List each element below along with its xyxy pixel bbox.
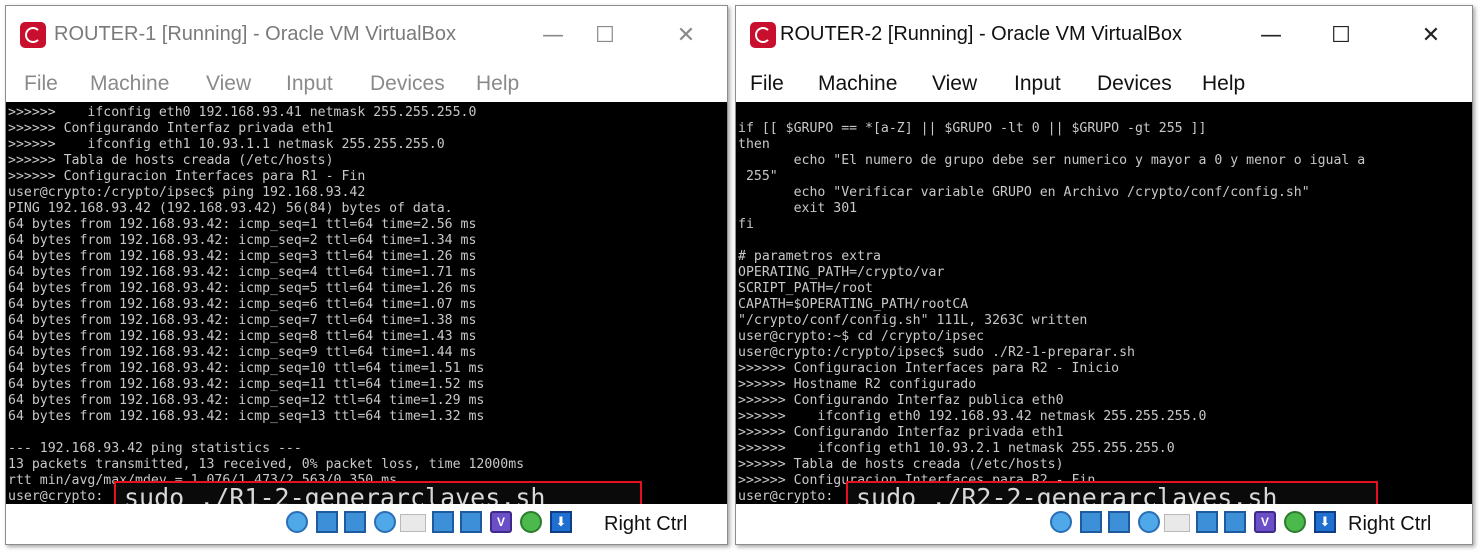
menu-devices[interactable]: Devices [1097, 72, 1172, 96]
maximize-button[interactable]: ☐ [582, 18, 628, 54]
virtualization-icon[interactable]: V [490, 511, 512, 533]
terminal-output: >>>>>> ifconfig eth0 192.168.93.41 netma… [8, 105, 525, 504]
mouse-integration-icon[interactable] [1284, 511, 1306, 533]
router-2-window[interactable]: ROUTER-2 [Running] - Oracle VM VirtualBo… [735, 5, 1473, 545]
network-icon[interactable] [1108, 511, 1130, 533]
router-1-window[interactable]: ROUTER-1 [Running] - Oracle VM VirtualBo… [5, 5, 728, 545]
maximize-button[interactable]: ☐ [1318, 18, 1364, 54]
title-bar[interactable]: ROUTER-2 [Running] - Oracle VM VirtualBo… [736, 6, 1472, 62]
recording-icon[interactable] [460, 511, 482, 533]
highlighted-command: sudo ./R2-2-generarclaves.sh [846, 481, 1378, 506]
menu-help[interactable]: Help [1202, 72, 1245, 96]
keyboard-capture-icon[interactable]: ⬇ [550, 511, 572, 533]
menu-file[interactable]: File [750, 72, 784, 96]
shared-folder-icon[interactable] [1164, 514, 1190, 532]
menu-bar: File Machine View Input Devices Help [736, 64, 1472, 104]
highlighted-command: sudo ./R1-2-generarclaves.sh [114, 481, 642, 506]
menu-view[interactable]: View [932, 72, 977, 96]
virtualbox-icon [750, 22, 776, 48]
minimize-button[interactable]: — [530, 18, 576, 54]
shared-folder-icon[interactable] [400, 514, 426, 532]
title-bar[interactable]: ROUTER-1 [Running] - Oracle VM VirtualBo… [6, 6, 727, 62]
highlighted-command-text: sudo ./R2-2-generarclaves.sh [856, 483, 1278, 506]
menu-devices[interactable]: Devices [370, 72, 445, 96]
mouse-integration-icon[interactable] [520, 511, 542, 533]
network-icon[interactable] [344, 511, 366, 533]
optical-drive-icon[interactable] [1050, 511, 1072, 533]
menu-input[interactable]: Input [286, 72, 333, 96]
optical-drive-icon[interactable] [286, 511, 308, 533]
terminal-output: if [[ $GRUPO == *[a-Z] || $GRUPO -lt 0 |… [738, 121, 1366, 504]
highlighted-command-text: sudo ./R1-2-generarclaves.sh [124, 483, 546, 506]
menu-view[interactable]: View [206, 72, 251, 96]
virtualization-icon[interactable]: V [1254, 511, 1276, 533]
status-bar: V ⬇ Right Ctrl [6, 504, 727, 544]
recording-icon[interactable] [1224, 511, 1246, 533]
keyboard-capture-icon[interactable]: ⬇ [1314, 511, 1336, 533]
menu-machine[interactable]: Machine [90, 72, 169, 96]
usb-icon[interactable] [1138, 511, 1160, 533]
menu-machine[interactable]: Machine [818, 72, 897, 96]
menu-file[interactable]: File [24, 72, 58, 96]
menu-input[interactable]: Input [1014, 72, 1061, 96]
status-bar: V ⬇ Right Ctrl [736, 504, 1472, 544]
minimize-button[interactable]: — [1248, 18, 1294, 54]
vm-console[interactable]: >>>>>> ifconfig eth0 192.168.93.41 netma… [6, 102, 727, 506]
host-key-label: Right Ctrl [1348, 513, 1432, 535]
host-key-label: Right Ctrl [604, 513, 688, 535]
audio-icon[interactable] [316, 511, 338, 533]
display-icon[interactable] [1196, 511, 1218, 533]
close-button[interactable]: ✕ [663, 18, 709, 54]
vm-console[interactable]: if [[ $GRUPO == *[a-Z] || $GRUPO -lt 0 |… [736, 102, 1472, 506]
audio-icon[interactable] [1080, 511, 1102, 533]
window-title: ROUTER-2 [Running] - Oracle VM VirtualBo… [780, 23, 1182, 45]
menu-help[interactable]: Help [476, 72, 519, 96]
menu-bar: File Machine View Input Devices Help [6, 64, 727, 104]
virtualbox-icon [20, 22, 46, 48]
display-icon[interactable] [432, 511, 454, 533]
close-button[interactable]: ✕ [1408, 18, 1454, 54]
window-title: ROUTER-1 [Running] - Oracle VM VirtualBo… [54, 23, 456, 45]
usb-icon[interactable] [374, 511, 396, 533]
